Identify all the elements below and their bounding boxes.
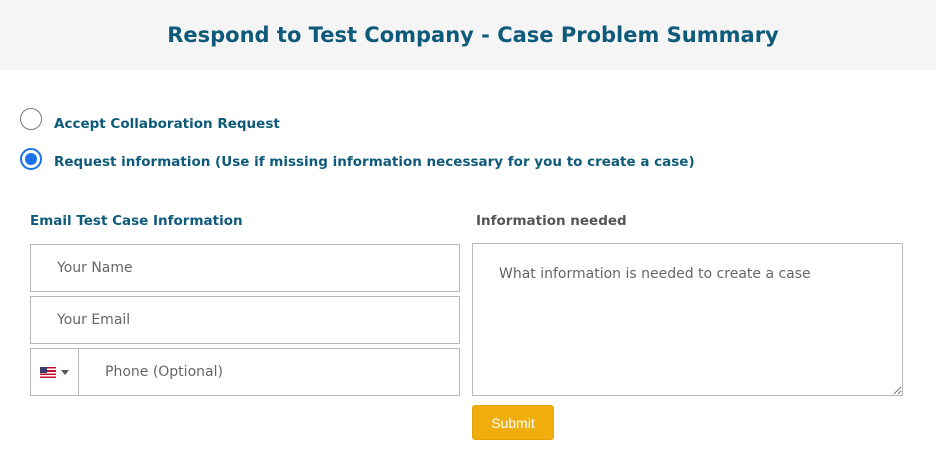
request-information-option[interactable]: Request information (Use if missing info… [20, 148, 695, 170]
information-needed-textarea[interactable] [472, 243, 903, 396]
email-section-title: Email Test Case Information [30, 213, 243, 229]
accept-collaboration-radio[interactable] [20, 108, 42, 130]
caret-down-icon [61, 369, 69, 375]
page-header: Respond to Test Company - Case Problem S… [0, 0, 936, 70]
information-needed-title: Information needed [476, 213, 627, 229]
country-code-dropdown[interactable] [31, 349, 79, 395]
request-information-radio[interactable] [20, 148, 42, 170]
email-input[interactable] [30, 296, 460, 344]
phone-input[interactable] [79, 349, 459, 395]
page-title: Respond to Test Company - Case Problem S… [167, 23, 779, 47]
phone-field [30, 348, 460, 396]
request-information-label[interactable]: Request information (Use if missing info… [54, 154, 695, 170]
accept-collaboration-option[interactable]: Accept Collaboration Request [20, 106, 280, 132]
name-input[interactable] [30, 244, 460, 292]
accept-collaboration-label[interactable]: Accept Collaboration Request [54, 116, 280, 132]
submit-button[interactable]: Submit [472, 405, 554, 440]
us-flag-icon [40, 366, 56, 378]
